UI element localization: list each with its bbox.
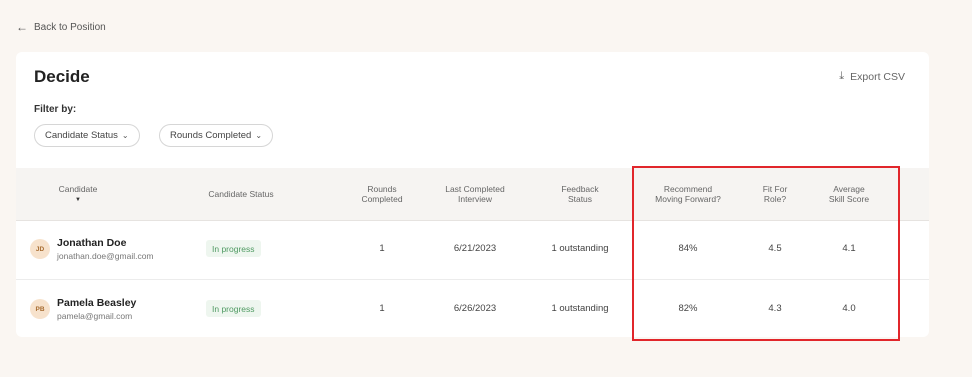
status-badge: In progress [206,240,261,257]
header-last-line1: Last Completed [445,183,505,194]
header-skill-line2: Skill Score [828,194,870,204]
average-skill-value: 4.0 [842,303,856,314]
header-fit-for-role: Fit For Role? [746,168,804,220]
candidate-name[interactable]: Jonathan Doe [57,237,126,249]
header-feedback-status: Feedback Status [544,168,616,220]
header-feedback-line2: Status [567,194,593,204]
status-badge: In progress [206,300,261,317]
header-candidate-status: Candidate Status [196,168,286,220]
candidate-status-filter-label: Candidate Status [45,130,118,141]
header-recommend-line2: Moving Forward? [655,194,721,204]
download-icon: ⤓ [839,70,845,82]
header-rounds-line1: Rounds [367,183,397,194]
header-rounds-completed: Rounds Completed [346,168,418,220]
header-status-label: Candidate Status [208,188,274,199]
page-title: Decide [34,67,90,86]
sort-down-icon: ▼ [75,196,81,203]
candidate-name[interactable]: Pamela Beasley [57,297,136,309]
candidate-email: pamela@gmail.com [57,311,133,321]
header-fit-line1: Fit For [762,183,788,194]
last-interview-value: 6/21/2023 [453,243,497,254]
fit-for-role-value: 4.3 [768,303,782,314]
header-candidate[interactable]: Candidate ▼ [38,168,118,220]
rounds-completed-filter-label: Rounds Completed [170,130,252,141]
recommend-value: 82% [678,303,698,314]
header-last-line2: Interview [457,194,492,204]
chevron-down-icon: ⌄ [121,131,129,140]
feedback-status-value: 1 outstanding [551,243,609,254]
rounds-completed-filter[interactable]: Rounds Completed ⌄ [159,124,274,147]
avatar: JD [30,239,50,259]
table-header: Candidate ▼ Candidate Status Rounds Comp… [16,168,929,221]
header-feedback-line1: Feedback [561,183,599,194]
average-skill-value: 4.1 [842,243,856,254]
recommend-value: 84% [678,243,698,254]
export-csv-button[interactable]: ⤓ Export CSV [839,70,905,83]
header-average-skill: Average Skill Score [813,168,885,220]
header-recommend-line1: Recommend [663,183,713,194]
back-to-position-link[interactable]: ← Back to Position [16,20,106,34]
avatar: PB [30,299,50,319]
feedback-status-value: 1 outstanding [551,303,609,314]
table-row[interactable]: PB Pamela Beasley pamela@gmail.com In pr… [16,280,929,339]
rounds-completed-value: 1 [379,243,385,254]
header-last-interview: Last Completed Interview [434,168,516,220]
filter-label: Filter by: [34,104,77,115]
candidate-email: jonathan.doe@gmail.com [57,251,154,261]
back-link-label: Back to Position [34,21,106,33]
table-row[interactable]: JD Jonathan Doe jonathan.doe@gmail.com I… [16,220,929,280]
header-candidate-label: Candidate [58,184,98,195]
export-csv-label: Export CSV [850,70,905,83]
last-interview-value: 6/26/2023 [453,303,497,314]
chevron-down-icon: ⌄ [255,131,263,140]
decide-card: Decide ⤓ Export CSV Filter by: Candidate… [16,52,929,337]
header-rounds-line2: Completed [361,194,403,204]
rounds-completed-value: 1 [379,303,385,314]
fit-for-role-value: 4.5 [768,243,782,254]
header-skill-line1: Average [833,183,865,194]
header-recommend: Recommend Moving Forward? [644,168,732,220]
arrow-left-icon: ← [16,20,28,34]
candidate-status-filter[interactable]: Candidate Status ⌄ [34,124,140,147]
header-fit-line2: Role? [763,194,787,204]
